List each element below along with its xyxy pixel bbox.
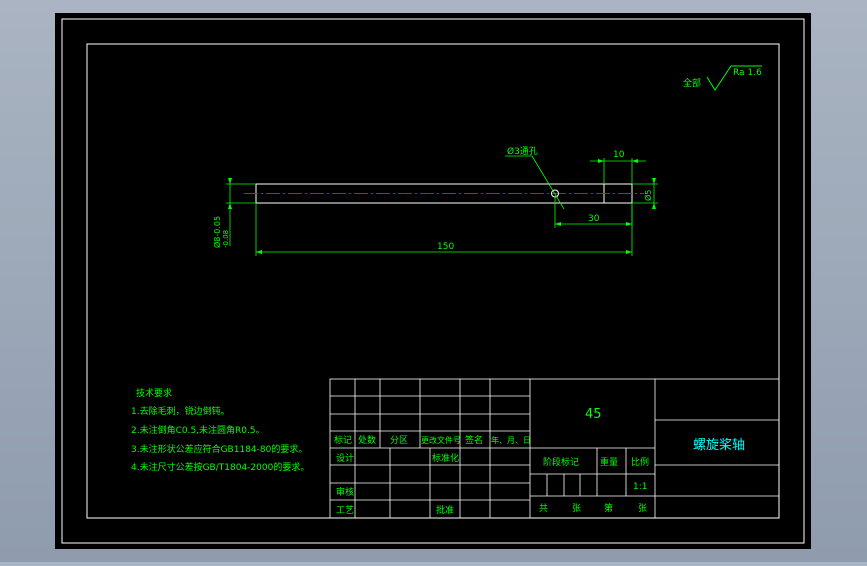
hole-note: Ø3通孔: [507, 146, 538, 157]
rev-header: 标记: [334, 434, 352, 446]
rev-header: 签名: [465, 434, 483, 446]
approve-label: 批准: [436, 504, 454, 516]
stage-mark-label: 阶段标记: [543, 456, 579, 468]
material-text: 45: [585, 407, 602, 422]
cad-viewport[interactable]: 全部 Ra 1.6 Ø3通孔 10 30 150 Ø5 Ø8-0.05 -0.0…: [0, 0, 867, 562]
dim-right-dia-text: Ø5: [643, 190, 653, 201]
review-label: 审核: [336, 486, 354, 498]
scale-value: 1:1: [633, 482, 647, 492]
tech-req-title: 技术要求: [136, 387, 172, 399]
dim-left-dia-text: Ø8-0.05: [212, 216, 222, 248]
tech-req-item: 2.未注倒角C0.5,未注圆角R0.5。: [131, 424, 265, 436]
standardize-label: 标准化: [432, 452, 459, 464]
rev-header: 分区: [390, 435, 408, 446]
sheet-total-label: 共: [539, 503, 548, 514]
design-label: 设计: [336, 452, 354, 464]
sheet-count-label: 张: [572, 503, 581, 514]
surface-finish-prefix: 全部: [683, 77, 701, 89]
drawing-canvas[interactable]: 全部 Ra 1.6 Ø3通孔 10 30 150 Ø5 Ø8-0.05 -0.0…: [0, 0, 867, 562]
rev-header: 年、月、日: [491, 435, 531, 445]
process-label: 工艺: [336, 505, 354, 516]
rev-header: 处数: [358, 434, 376, 446]
dim-10-text: 10: [613, 150, 625, 160]
dim-left-dia-tol: -0.08: [222, 230, 230, 248]
tech-req-item: 4.未注尺寸公差按GB/T1804-2000的要求。: [131, 461, 309, 473]
scale-label: 比例: [631, 456, 649, 468]
dim-30-text: 30: [588, 214, 600, 224]
rev-header: 更改文件号: [421, 435, 461, 445]
tech-req-item: 3.未注形状公差应符合GB1184-80的要求。: [131, 443, 307, 455]
surface-finish-value: Ra 1.6: [733, 68, 762, 78]
dim-150-text: 150: [437, 242, 454, 252]
sheet-number-label: 第: [604, 502, 613, 514]
part-name: 螺旋桨轴: [693, 437, 745, 453]
sheet-label: 张: [638, 503, 647, 514]
tech-req-item: 1.去除毛刺，锐边倒钝。: [131, 405, 230, 417]
weight-label: 重量: [600, 456, 618, 468]
